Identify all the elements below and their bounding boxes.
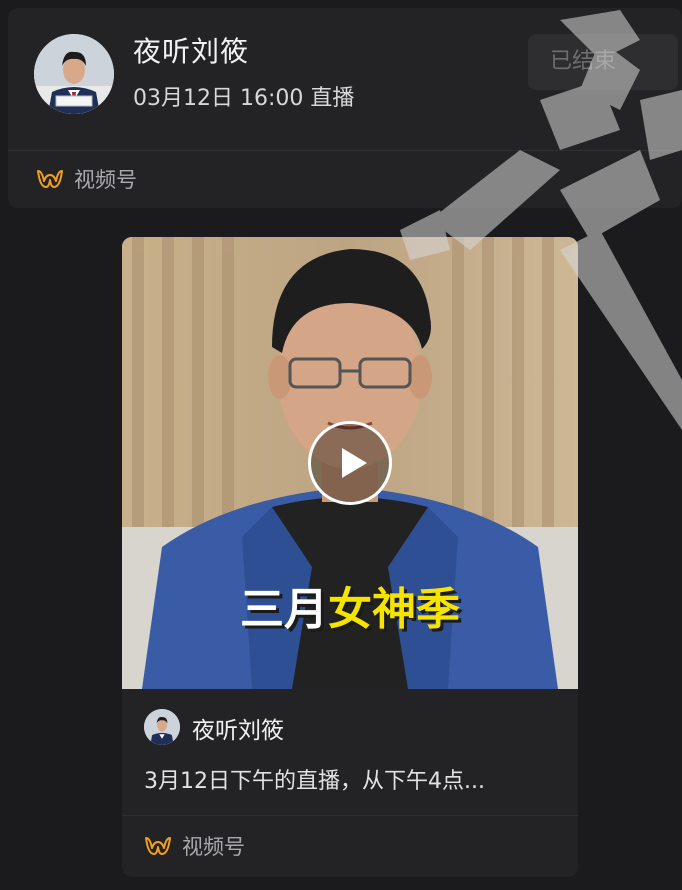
caption-white: 三月 [240, 584, 328, 635]
video-card[interactable]: 三月女神季 夜听刘筱 3月12日下午的直播，从下午4点... 视频号 [122, 237, 578, 877]
caption-yellow: 女神季 [328, 584, 460, 635]
divider [122, 815, 578, 816]
author-avatar[interactable] [144, 709, 180, 745]
page: 夜听刘筱 03月12日 16:00 直播 已结束 视频号 三月女神季 夜听刘筱 … [0, 0, 682, 890]
author-name[interactable]: 夜听刘筱 [192, 711, 284, 745]
play-icon[interactable] [308, 421, 392, 505]
host-avatar[interactable] [34, 34, 114, 114]
live-ended-button[interactable]: 已结束 [528, 34, 678, 90]
live-time: 03月12日 16:00 直播 [133, 86, 355, 111]
video-description: 3月12日下午的直播，从下午4点... [144, 769, 485, 794]
channels-logo-icon [145, 837, 171, 855]
video-channel-source[interactable]: 视频号 [144, 829, 245, 863]
divider [8, 150, 682, 151]
channel-label: 视频号 [182, 835, 245, 859]
host-name[interactable]: 夜听刘筱 [133, 30, 249, 70]
channels-logo-icon [37, 170, 63, 188]
video-thumbnail[interactable]: 三月女神季 [122, 237, 578, 689]
channel-label: 视频号 [74, 168, 137, 192]
video-caption: 三月女神季 [122, 573, 578, 637]
channel-source[interactable]: 视频号 [36, 162, 137, 196]
